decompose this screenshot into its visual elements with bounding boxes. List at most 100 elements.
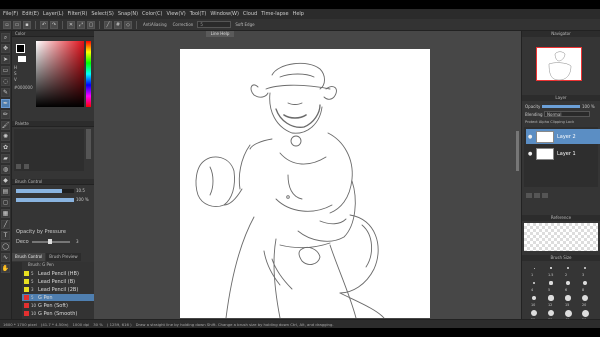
brush-size-preset[interactable] bbox=[567, 267, 569, 269]
text-tool-icon[interactable]: T bbox=[1, 231, 10, 240]
save-button[interactable]: ▪ bbox=[23, 20, 31, 29]
menu-item-1[interactable]: Edit(E) bbox=[22, 11, 39, 17]
brush-size-preset[interactable] bbox=[547, 309, 555, 317]
menu-item-3[interactable]: Filter(R) bbox=[68, 11, 88, 17]
layer-row[interactable]: ● Layer 1 bbox=[526, 146, 600, 161]
lasso-tool-icon[interactable]: ◌ bbox=[1, 77, 10, 86]
brush-size-preset[interactable] bbox=[533, 267, 535, 269]
brush-size-preset[interactable] bbox=[549, 281, 553, 285]
correction-field[interactable]: 5 bbox=[197, 21, 232, 28]
palette-remove-button[interactable] bbox=[24, 164, 29, 169]
undo-button[interactable]: ↶ bbox=[40, 20, 48, 29]
eyedropper-tool-icon[interactable]: ✎ bbox=[1, 88, 10, 97]
brush-size-preset[interactable] bbox=[530, 309, 538, 317]
decoration-tool-icon[interactable]: ✿ bbox=[1, 143, 10, 152]
new-file-button[interactable]: ▫ bbox=[3, 20, 11, 29]
brush-size-preset[interactable] bbox=[550, 267, 552, 269]
visibility-eye-icon[interactable]: ● bbox=[528, 151, 533, 157]
saturation-value-picker[interactable] bbox=[36, 41, 84, 107]
menu-item-12[interactable]: Help bbox=[293, 11, 304, 17]
operation-tool-icon[interactable]: ➤ bbox=[1, 55, 10, 64]
menu-item-8[interactable]: Tool(T) bbox=[190, 11, 207, 17]
menu-item-7[interactable]: View(V) bbox=[167, 11, 186, 17]
gradient-tool-icon[interactable]: ▤ bbox=[1, 187, 10, 196]
sub-tool-item[interactable]: 5 Lead Pencil (B) bbox=[22, 278, 94, 285]
menu-item-0[interactable]: File(F) bbox=[3, 11, 18, 17]
fill-tool-icon[interactable]: ◆ bbox=[1, 176, 10, 185]
delete-layer-button[interactable] bbox=[542, 193, 548, 198]
snap-grid-button[interactable]: # bbox=[114, 20, 122, 29]
menu-item-10[interactable]: Cloud bbox=[243, 11, 257, 17]
brush-size-preset[interactable] bbox=[582, 295, 588, 301]
brush-size-preset[interactable] bbox=[583, 266, 587, 270]
layer-lock-options[interactable]: Protect Alpha Clipping Lock bbox=[525, 120, 574, 124]
blend-tool-icon[interactable]: ◍ bbox=[1, 165, 10, 174]
snap-ruler-button[interactable]: ╱ bbox=[104, 20, 112, 29]
selection-button[interactable]: ▢ bbox=[87, 20, 95, 29]
ruler-tool-icon[interactable]: ╱ bbox=[1, 220, 10, 229]
brush-control-title: Brush Control bbox=[12, 179, 94, 185]
blend-mode-select[interactable]: Normal bbox=[544, 111, 590, 117]
menu-item-5[interactable]: Snap(N) bbox=[118, 11, 138, 17]
brush-size-fill bbox=[16, 189, 63, 193]
pencil-tool-icon[interactable]: ✏ bbox=[1, 110, 10, 119]
menu-item-6[interactable]: Color(C) bbox=[142, 11, 162, 17]
brush-size-preset[interactable] bbox=[532, 281, 536, 285]
brush-size-preset[interactable] bbox=[564, 309, 572, 317]
main-color-swatch[interactable] bbox=[16, 44, 25, 53]
sub-tool-item[interactable]: 5 G Pen bbox=[22, 294, 94, 301]
brush-size-preset[interactable] bbox=[531, 295, 537, 301]
balloon-tool-icon[interactable]: ◯ bbox=[1, 242, 10, 251]
status-bar: 1600 * 1700 pixel (41.7 * 4.50in) 1000 d… bbox=[0, 319, 600, 328]
brush-size-preset[interactable] bbox=[565, 295, 571, 301]
clear-button[interactable]: ✕ bbox=[67, 20, 75, 29]
menu-item-4[interactable]: Select(S) bbox=[91, 11, 114, 17]
sub-tool-item[interactable]: 5 Lead Pencil (HB) bbox=[22, 270, 94, 277]
brush-size-preset[interactable] bbox=[548, 295, 554, 301]
canvas-area[interactable]: Line Help bbox=[94, 31, 521, 328]
navigator-preview[interactable] bbox=[536, 47, 582, 81]
visibility-eye-icon[interactable]: ● bbox=[528, 134, 533, 140]
layer-opacity-slider[interactable] bbox=[542, 105, 580, 108]
sub-tool-item[interactable]: 10 G Pen (Soft) bbox=[22, 302, 94, 309]
tab-brush-control[interactable]: Brush Control bbox=[12, 253, 46, 261]
figure-tool-icon[interactable]: ◻ bbox=[1, 198, 10, 207]
redo-button[interactable]: ↷ bbox=[50, 20, 58, 29]
pen-tool-icon[interactable]: ✒ bbox=[1, 99, 10, 108]
layer-row[interactable]: ● Layer 2 bbox=[526, 129, 600, 144]
palette-scrollbar[interactable] bbox=[86, 129, 91, 159]
brush-opacity-slider[interactable] bbox=[16, 198, 74, 202]
new-layer-button[interactable] bbox=[526, 193, 532, 198]
menu-item-11[interactable]: Time-lapse bbox=[261, 11, 288, 17]
snap-special-button[interactable]: ◇ bbox=[124, 20, 132, 29]
new-folder-button[interactable] bbox=[534, 193, 540, 198]
eraser-tool-icon[interactable]: ▰ bbox=[1, 154, 10, 163]
selection-tool-icon[interactable]: ▭ bbox=[1, 66, 10, 75]
deco-slider-knob[interactable] bbox=[48, 239, 52, 244]
brush-tool-icon[interactable]: 🖌 bbox=[1, 121, 10, 130]
menu-item-2[interactable]: Layer(L) bbox=[43, 11, 64, 17]
tab-brush-preview[interactable]: Brush Preview bbox=[46, 253, 81, 261]
sub-color-swatch[interactable] bbox=[18, 56, 26, 62]
brush-size-preset[interactable] bbox=[581, 309, 589, 317]
sub-tool-item[interactable]: 10 G Pen (Smooth) bbox=[22, 310, 94, 317]
hue-slider[interactable] bbox=[86, 41, 91, 107]
sub-tool-item[interactable]: 3 Lead Pencil (2B) bbox=[22, 286, 94, 293]
hand-tool-icon[interactable]: ✋ bbox=[1, 264, 10, 273]
airbrush-tool-icon[interactable]: ✺ bbox=[1, 132, 10, 141]
brush-size-slider[interactable] bbox=[16, 189, 74, 193]
canvas-tab[interactable]: Line Help bbox=[206, 31, 234, 37]
frame-tool-icon[interactable]: ▦ bbox=[1, 209, 10, 218]
menu-item-9[interactable]: Window(W) bbox=[210, 11, 239, 17]
reference-canvas[interactable] bbox=[524, 223, 598, 251]
brush-size-preset[interactable] bbox=[566, 281, 570, 285]
palette-add-button[interactable] bbox=[16, 164, 21, 169]
open-file-button[interactable]: ▭ bbox=[13, 20, 21, 29]
zoom-tool-icon[interactable]: ⌕ bbox=[1, 33, 10, 42]
line-correction-tool-icon[interactable]: ∿ bbox=[1, 253, 10, 262]
canvas-vertical-scrollbar[interactable] bbox=[516, 131, 519, 171]
drawing-canvas[interactable] bbox=[180, 49, 430, 319]
transform-button[interactable]: ⤢ bbox=[77, 20, 85, 29]
brush-size-preset[interactable] bbox=[582, 280, 588, 286]
move-tool-icon[interactable]: ✥ bbox=[1, 44, 10, 53]
